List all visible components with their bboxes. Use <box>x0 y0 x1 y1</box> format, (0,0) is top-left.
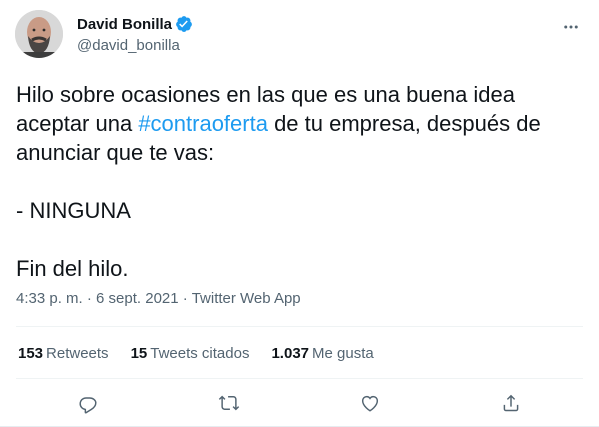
tweet-text: Hilo sobre ocasiones en las que es una b… <box>16 80 586 283</box>
divider <box>16 326 583 327</box>
likes-label: Me gusta <box>312 345 374 362</box>
author-name-row[interactable]: David Bonilla <box>77 14 193 34</box>
tweet-time[interactable]: 4:33 p. m. <box>16 290 83 307</box>
tweet-date[interactable]: 6 sept. 2021 <box>96 290 179 307</box>
tweet-line-4: - NINGUNA <box>16 198 131 223</box>
meta-separator: · <box>82 290 97 307</box>
tweet-meta: 4:33 p. m. · 6 sept. 2021 · Twitter Web … <box>16 290 301 307</box>
likes-stat[interactable]: 1.037 Me gusta <box>271 345 373 362</box>
tweet-line-1: Hilo sobre ocasiones en las que es una b… <box>16 82 516 107</box>
tweet-source-app[interactable]: Twitter Web App <box>192 290 301 307</box>
tweet-card: David Bonilla @david_bonilla Hilo sobre … <box>0 0 599 427</box>
retweet-icon[interactable] <box>218 392 240 414</box>
likes-count: 1.037 <box>271 345 310 362</box>
retweets-stat[interactable]: 153 Retweets <box>18 345 109 362</box>
hashtag-link[interactable]: #contraoferta <box>138 111 268 136</box>
retweets-label: Retweets <box>46 345 109 362</box>
reply-icon[interactable] <box>77 392 99 414</box>
meta-separator: · <box>178 290 192 307</box>
tweet-line-5: Fin del hilo. <box>16 256 129 281</box>
share-icon[interactable] <box>500 392 522 414</box>
quotes-stat[interactable]: 15 Tweets citados <box>131 345 250 362</box>
author-handle[interactable]: @david_bonilla <box>77 37 180 54</box>
more-options-icon[interactable] <box>562 18 580 36</box>
tweet-line-2-end: de tu empresa, después de <box>267 111 541 136</box>
tweet-stats: 153 Retweets 15 Tweets citados 1.037 Me gus… <box>18 345 374 362</box>
quotes-count: 15 <box>130 345 148 362</box>
avatar-image <box>15 10 63 58</box>
quotes-label: Tweets citados <box>150 345 250 362</box>
tweet-line-2: aceptar una #contraoferta de tu empresa,… <box>16 109 586 138</box>
divider <box>16 378 583 379</box>
tweet-actions <box>0 392 599 414</box>
like-icon[interactable] <box>359 392 381 414</box>
verified-badge-icon <box>176 16 192 32</box>
retweets-count: 153 <box>18 345 44 362</box>
tweet-line-2-start: aceptar una <box>16 111 139 136</box>
display-name[interactable]: David Bonilla <box>77 16 172 33</box>
tweet-line-3: anunciar que te vas: <box>16 140 215 165</box>
avatar[interactable] <box>15 10 63 58</box>
